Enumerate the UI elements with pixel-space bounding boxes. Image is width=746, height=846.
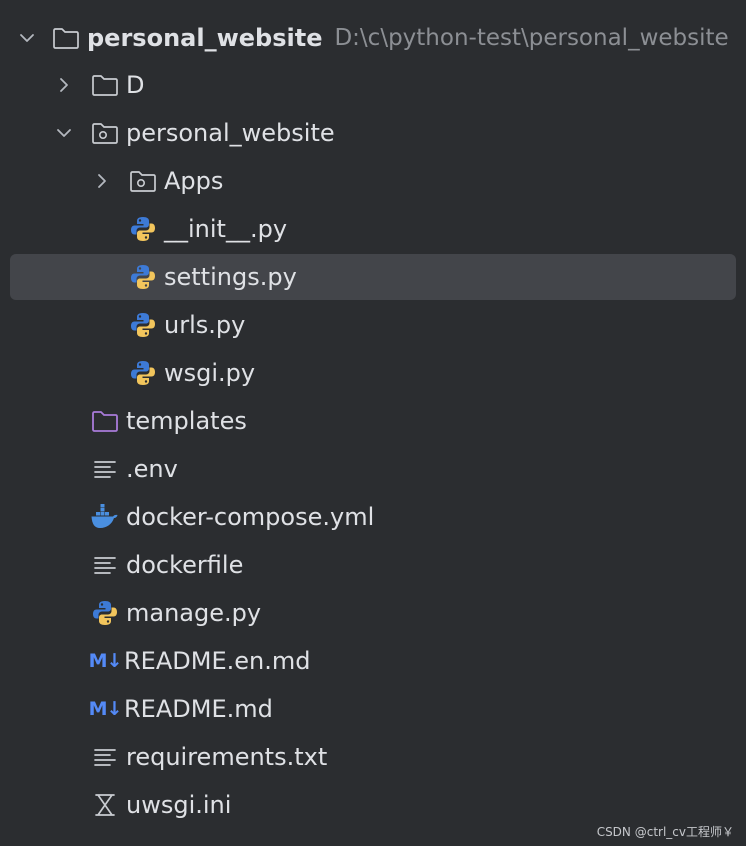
tree-item-label: .env — [126, 455, 178, 483]
tree-row-init-py[interactable]: __init__.py — [0, 205, 746, 253]
text-file-icon — [90, 454, 120, 484]
tree-item-label: uwsgi.ini — [126, 791, 232, 819]
tree-item-label: D — [126, 71, 145, 99]
tree-row-d[interactable]: D — [0, 61, 746, 109]
python-file-icon — [128, 358, 158, 388]
tree-row-wsgi-py[interactable]: wsgi.py — [0, 349, 746, 397]
package-folder-icon — [90, 118, 120, 148]
tree-item-label: settings.py — [164, 263, 297, 291]
chevron-right-icon[interactable] — [52, 73, 76, 97]
tree-item-label: wsgi.py — [164, 359, 256, 387]
tree-row-manage-py[interactable]: manage.py — [0, 589, 746, 637]
tree-item-label: Apps — [164, 167, 224, 195]
tree-row-apps[interactable]: Apps — [0, 157, 746, 205]
tree-row-docker-compose[interactable]: docker-compose.yml — [0, 493, 746, 541]
tree-row-project-root[interactable]: personal_website D:\c\python-test\person… — [0, 14, 746, 62]
folder-icon — [90, 70, 120, 100]
tree-item-label: dockerfile — [126, 551, 244, 579]
text-file-icon — [90, 742, 120, 772]
tree-item-label: urls.py — [164, 311, 246, 339]
ini-file-icon — [90, 790, 120, 820]
tree-row-env[interactable]: .env — [0, 445, 746, 493]
tree-row-readme-en[interactable]: M↓ README.en.md — [0, 637, 746, 685]
folder-icon — [51, 23, 81, 53]
python-file-icon — [90, 598, 120, 628]
tree-row-dockerfile[interactable]: dockerfile — [0, 541, 746, 589]
tree-row-templates[interactable]: templates — [0, 397, 746, 445]
python-file-icon — [128, 214, 158, 244]
tree-item-label: README.md — [124, 695, 273, 723]
python-file-icon — [128, 262, 158, 292]
tree-row-uwsgi-ini[interactable]: uwsgi.ini — [0, 781, 746, 829]
chevron-down-icon[interactable] — [52, 121, 76, 145]
tree-row-urls-py[interactable]: urls.py — [0, 301, 746, 349]
templates-folder-icon — [90, 406, 120, 436]
chevron-down-icon[interactable] — [15, 26, 39, 50]
tree-item-label: templates — [126, 407, 247, 435]
tree-row-requirements[interactable]: requirements.txt — [0, 733, 746, 781]
markdown-icon: M↓ — [88, 650, 123, 672]
tree-item-label: docker-compose.yml — [126, 503, 375, 531]
tree-item-label: requirements.txt — [126, 743, 328, 771]
markdown-icon: M↓ — [88, 698, 123, 720]
tree-item-label: __init__.py — [164, 215, 288, 243]
tree-item-label: personal_website — [126, 119, 335, 147]
python-file-icon — [128, 310, 158, 340]
project-tree: personal_website D:\c\python-test\person… — [0, 0, 746, 846]
package-folder-icon — [128, 166, 158, 196]
tree-row-readme[interactable]: M↓ README.md — [0, 685, 746, 733]
watermark: CSDN @ctrl_cv工程师￥ — [596, 825, 734, 839]
tree-row-settings-py[interactable]: settings.py — [0, 253, 746, 301]
chevron-right-icon[interactable] — [90, 169, 114, 193]
text-file-icon — [90, 550, 120, 580]
project-name: personal_website — [87, 24, 323, 52]
tree-item-label: README.en.md — [124, 647, 311, 675]
project-path: D:\c\python-test\personal_website — [334, 25, 729, 51]
tree-item-label: manage.py — [126, 599, 262, 627]
docker-icon — [90, 502, 120, 532]
tree-row-personal-website-package[interactable]: personal_website — [0, 109, 746, 157]
